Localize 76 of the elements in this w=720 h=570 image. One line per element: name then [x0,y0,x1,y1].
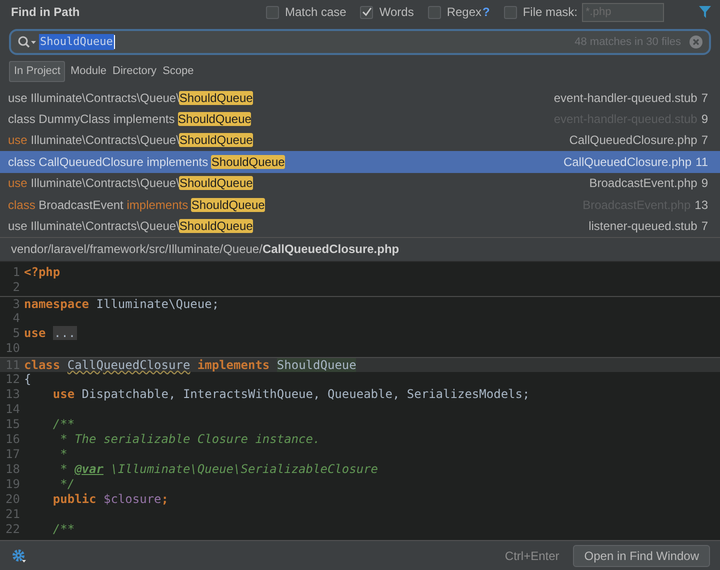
scope-tab[interactable]: Directory [112,60,158,82]
line-number: 22 [4,522,21,537]
line-number: 21 [4,506,21,522]
line-number: 7 [701,132,708,150]
line-number: 17 [4,446,21,462]
result-text: class BroadcastEvent implements ShouldQueue [8,196,265,214]
line-number: 2 [12,280,21,295]
file-name: CallQueuedClosure.php [569,132,698,150]
code-line: * The serializable Closure instance. [59,432,320,447]
line-number: 18 [4,462,21,477]
scope-tab[interactable]: Module [69,60,108,82]
line-number: 9 [701,175,708,192]
file-name: BroadcastEvent.php [589,175,698,192]
result-text: class DummyClass implements ShouldQueue [8,111,252,128]
code-line: /** [52,522,75,537]
code-line: use Dispatchable, InteractsWithQueue, Queueable, SerializesModels; [52,386,530,402]
help-link[interactable]: ? [482,3,490,21]
checkbox-label: Match case [285,4,346,21]
shortcut-hint: Ctrl+Enter [504,548,560,564]
code-line: <?php [23,264,60,280]
code-line: { [23,372,32,387]
code-line: namespace Illuminate\Queue; [23,296,220,311]
file-name: event-handler-queued.stub [554,90,698,107]
line-number: 5 [12,326,21,341]
code-line: /** [52,416,75,432]
checkbox[interactable] [428,6,441,18]
line-number: 11 [696,154,708,171]
checkbox[interactable] [266,6,279,18]
result-row[interactable]: use Illuminate\Contracts\Queue\ShouldQueue event-handler-queued.stub 7 [0,87,720,108]
result-row[interactable]: class CallQueuedClosure implements ShouldQueue CallQueuedClosure.php 11 [0,151,720,173]
line-number: 12 [4,372,21,387]
line-number: 7 [701,90,708,107]
result-row[interactable]: use Illuminate\Contracts\Queue\ShouldQueue BroadcastEvent.php 9 [0,172,720,194]
window-title: Find in Path [11,4,81,21]
check-icon [362,7,372,17]
line-number: 3 [12,296,21,311]
line-number: 4 [12,310,21,326]
line-number: 13 [4,386,21,402]
checkbox-label: Regex [446,4,482,21]
code-line: public $closure; [52,492,169,507]
scope-tab[interactable]: In Project [9,60,66,82]
line-number: 1 [12,264,21,280]
search-text: ShouldQueue [39,34,114,50]
filter-icon [698,5,712,19]
checkbox[interactable] [360,6,374,18]
line-number: 9 [701,111,708,128]
clear-icon [689,35,703,49]
line-number: 10 [4,340,21,356]
line-number: 15 [4,416,21,432]
result-text: class CallQueuedClosure implements ShouldQueue [8,154,285,171]
line-number: 19 [4,476,21,492]
line-number: 20 [4,492,21,507]
open-in-find-window-button[interactable]: Open in Find Window [573,544,710,566]
search-icon [17,35,37,49]
file-name: listener-queued.stub [588,218,698,236]
checkbox-label: Words [379,4,414,21]
code-line: class CallQueuedClosure implements ShouldQueue [23,358,356,372]
line-number: 7 [701,218,708,236]
checkbox-label: File mask: [522,4,578,21]
code-line: * @var \Illuminate\Queue\SerializableClosure [59,462,378,477]
file-name: CallQueuedClosure.php [563,154,692,171]
result-text: use Illuminate\Contracts\Queue\ShouldQueue [8,90,253,107]
checkbox[interactable] [504,6,517,18]
result-text: use Illuminate\Contracts\Queue\ShouldQueue [8,175,253,192]
result-row[interactable]: use Illuminate\Contracts\Queue\ShouldQueue CallQueuedClosure.php 7 [0,130,720,152]
result-text: use Illuminate\Contracts\Queue\ShouldQueue [8,132,253,150]
code-line: */ [59,476,75,492]
code-line: use ... [23,326,77,341]
result-text: use Illuminate\Contracts\Queue\ShouldQueue [8,218,253,236]
line-number: 14 [4,402,21,417]
gear-icon [12,548,26,562]
result-row[interactable]: use Illuminate\Contracts\Queue\ShouldQueue listener-queued.stub 7 [0,215,720,237]
scope-tab[interactable]: Scope [162,60,195,82]
line-number: 16 [4,432,21,447]
line-number: 13 [694,196,708,214]
code-line: * [59,446,68,462]
